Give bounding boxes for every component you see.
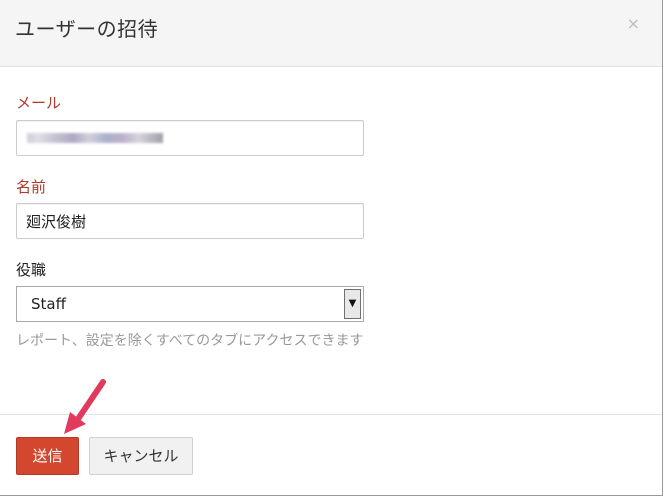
dialog-header: ユーザーの招待 × [0, 0, 662, 67]
role-select[interactable]: Staff ▼ [16, 286, 364, 322]
role-select-value: Staff [31, 295, 66, 313]
name-field[interactable]: 廻沢俊樹 [16, 203, 364, 239]
dropdown-arrow-icon[interactable]: ▼ [344, 289, 361, 319]
redacted-email [27, 133, 163, 143]
email-field[interactable] [16, 120, 364, 156]
role-help-text: レポート、設定を除くすべてのタブにアクセスできます [16, 333, 364, 349]
dialog-title: ユーザーの招待 [15, 17, 159, 41]
email-label: メール [16, 94, 62, 112]
invite-user-dialog: ユーザーの招待 × メール 名前 廻沢俊樹 役職 Staff ▼ レポート、設定… [0, 0, 663, 496]
cancel-button[interactable]: キャンセル [89, 437, 193, 475]
annotation-arrow-icon [64, 379, 106, 434]
close-icon[interactable]: × [627, 14, 640, 33]
submit-button[interactable]: 送信 [16, 437, 79, 475]
name-label: 名前 [16, 178, 47, 196]
role-label: 役職 [16, 261, 47, 279]
